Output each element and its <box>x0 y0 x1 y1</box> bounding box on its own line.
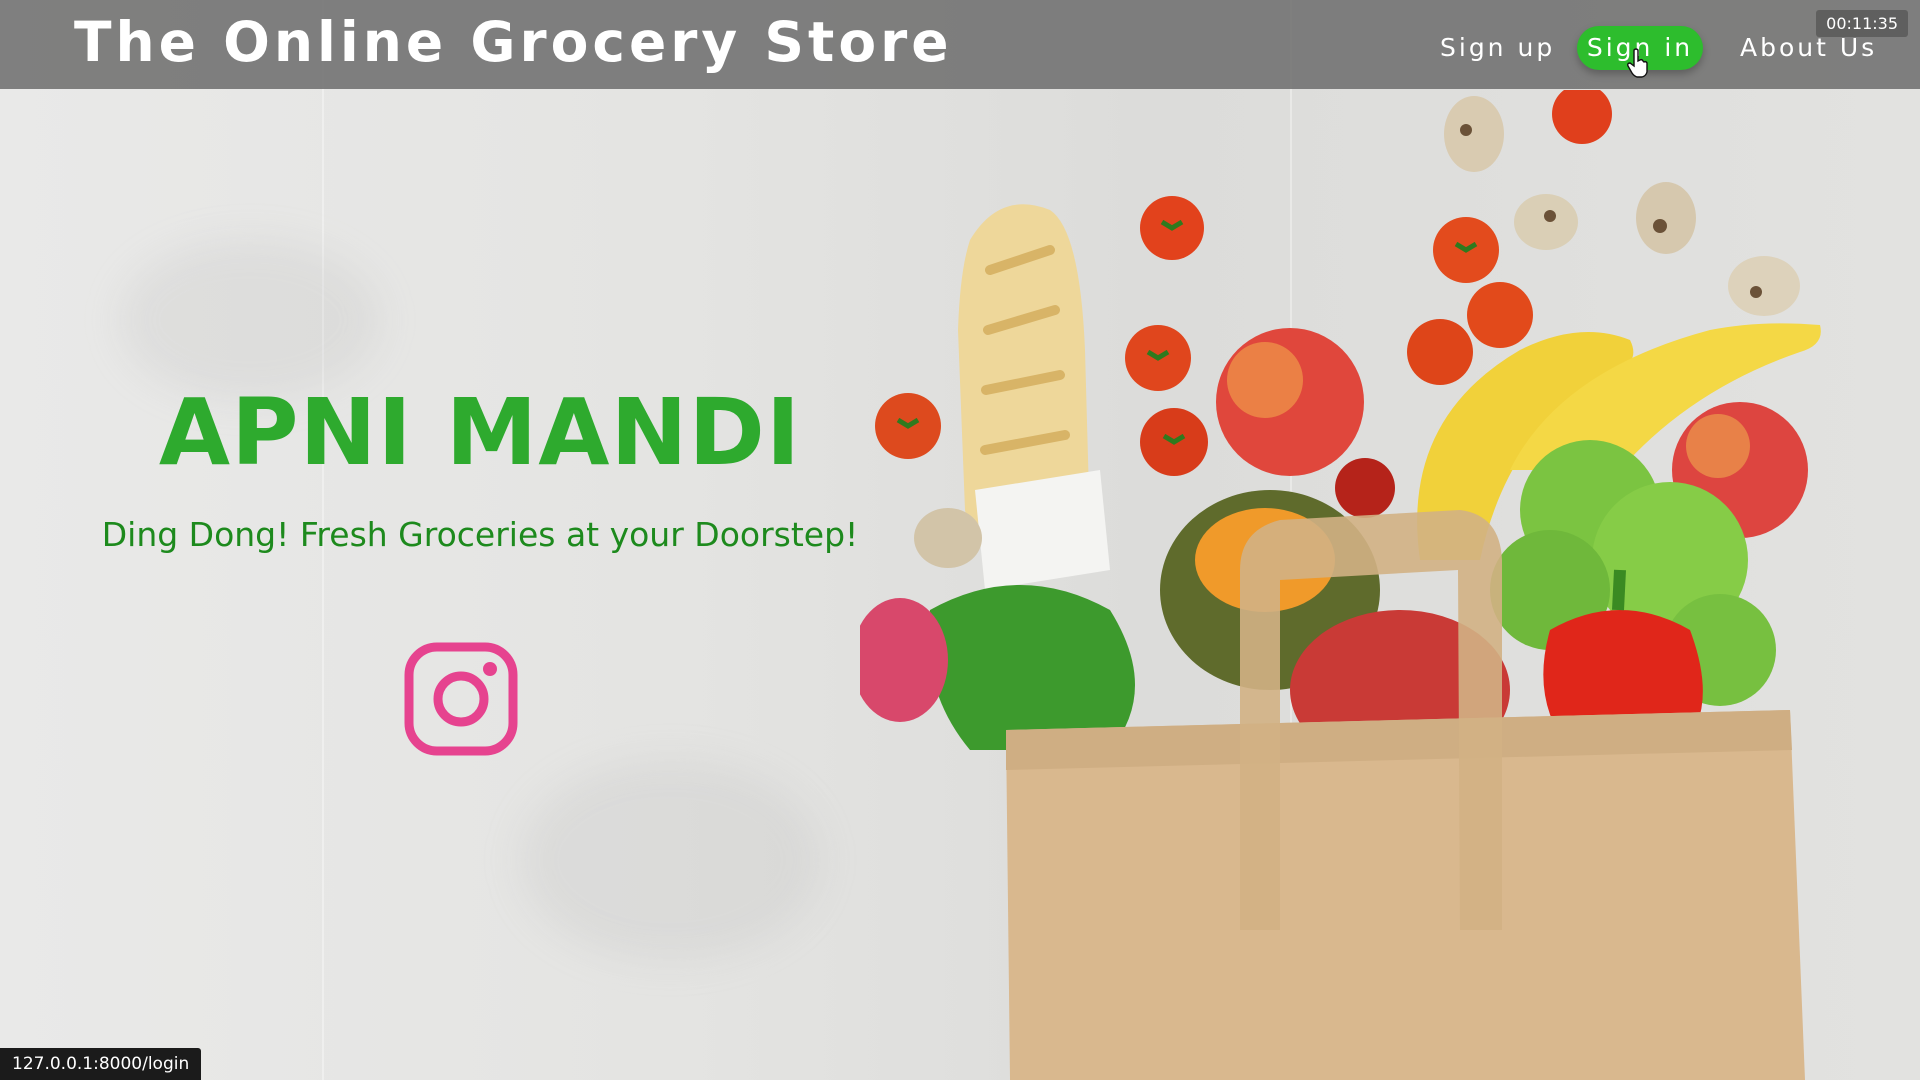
site-title[interactable]: The Online Grocery Store <box>74 4 953 80</box>
instagram-icon <box>404 642 518 756</box>
page: The Online Grocery Store Sign up Sign in… <box>0 0 1920 1080</box>
hand-pointer-icon <box>1627 48 1648 78</box>
instagram-link[interactable] <box>404 642 518 756</box>
background-stain <box>120 240 380 400</box>
recording-timer: 00:11:35 <box>1816 10 1908 37</box>
nav-signup-link[interactable]: Sign up <box>1440 26 1555 70</box>
hero-tagline: Ding Dong! Fresh Groceries at your Doors… <box>101 515 859 554</box>
groceries-bag-illustration <box>860 90 1821 1080</box>
background-stain <box>520 760 820 960</box>
status-bar-url: 127.0.0.1:8000/login <box>0 1048 202 1080</box>
hero-title: APNI MANDI <box>158 379 802 486</box>
herbs-image <box>860 585 1135 750</box>
